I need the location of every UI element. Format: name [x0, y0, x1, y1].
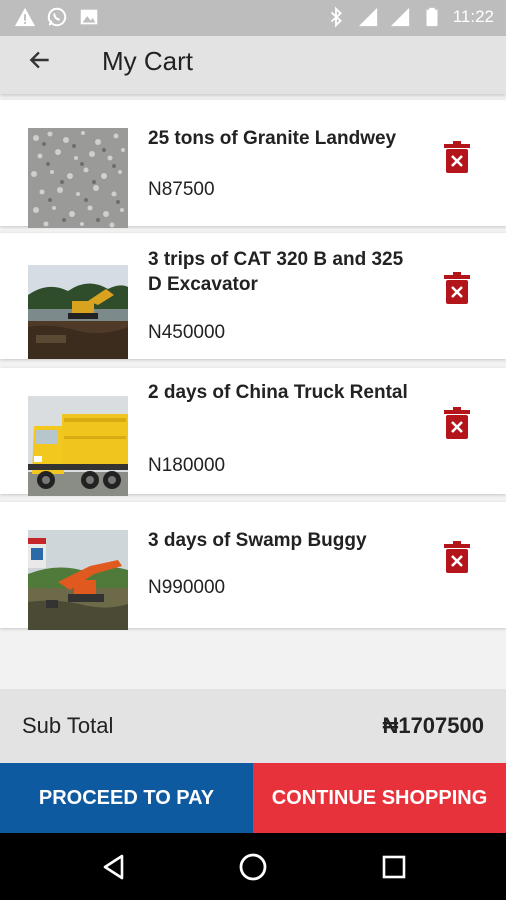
trash-icon — [444, 541, 470, 573]
whatsapp-icon — [46, 6, 68, 28]
status-bar: 11:22 — [0, 0, 506, 36]
nav-back-button[interactable] — [94, 847, 134, 887]
cart-item[interactable]: 3 trips of CAT 320 B and 325 D Excavator… — [0, 233, 506, 359]
cart-item[interactable]: 25 tons of Granite Landwey N87500 — [0, 100, 506, 228]
proceed-to-pay-button[interactable]: PROCEED TO PAY — [0, 763, 253, 833]
system-nav-bar — [0, 833, 506, 900]
subtotal-value: ₦1707500 — [382, 713, 484, 738]
status-time: 11:22 — [452, 7, 494, 26]
item-price: N990000 — [148, 577, 226, 598]
warning-icon — [14, 6, 36, 28]
delete-button[interactable] — [442, 540, 472, 574]
cart-item[interactable]: 3 days of Swamp Buggy N990000 — [0, 502, 506, 630]
nav-recents-button[interactable] — [374, 847, 414, 887]
item-price: N180000 — [148, 455, 226, 476]
continue-shopping-button[interactable]: CONTINUE SHOPPING — [253, 763, 506, 833]
cart-item[interactable]: 2 days of China Truck Rental N180000 — [0, 368, 506, 496]
item-name: 2 days of China Truck Rental — [148, 382, 408, 403]
item-name: 25 tons of Granite Landwey — [148, 128, 397, 149]
square-recents-icon — [382, 855, 406, 879]
subtotal-label: Sub Total — [22, 713, 114, 738]
item-image-granite — [28, 128, 128, 228]
triangle-back-icon — [103, 854, 124, 880]
page-title: My Cart — [102, 46, 193, 76]
item-image-excavator — [28, 263, 128, 359]
trash-icon — [444, 407, 470, 439]
delete-button[interactable] — [442, 271, 472, 305]
item-name: 3 days of Swamp Buggy — [148, 530, 367, 551]
item-price: N450000 — [148, 322, 226, 343]
nav-home-button[interactable] — [233, 847, 273, 887]
bluetooth-icon — [325, 6, 347, 28]
delete-button[interactable] — [442, 406, 472, 440]
item-image-swamp-buggy — [28, 530, 128, 630]
app-bar: My Cart — [0, 36, 506, 94]
signal-icon — [357, 6, 379, 28]
circle-home-icon — [239, 853, 267, 881]
image-icon — [78, 6, 100, 28]
subtotal-bar: Sub Total ₦1707500 — [0, 689, 506, 763]
item-image-truck — [28, 396, 128, 496]
trash-icon — [444, 141, 470, 173]
delete-button[interactable] — [442, 140, 472, 174]
signal-2g-icon — [389, 6, 411, 28]
trash-icon — [444, 272, 470, 304]
back-button[interactable] — [22, 42, 58, 78]
arrow-left-icon — [29, 51, 49, 69]
item-price: N87500 — [148, 179, 215, 200]
item-name: 3 trips of CAT 320 B and 325 D Excavator — [148, 249, 404, 295]
battery-icon — [421, 6, 443, 28]
